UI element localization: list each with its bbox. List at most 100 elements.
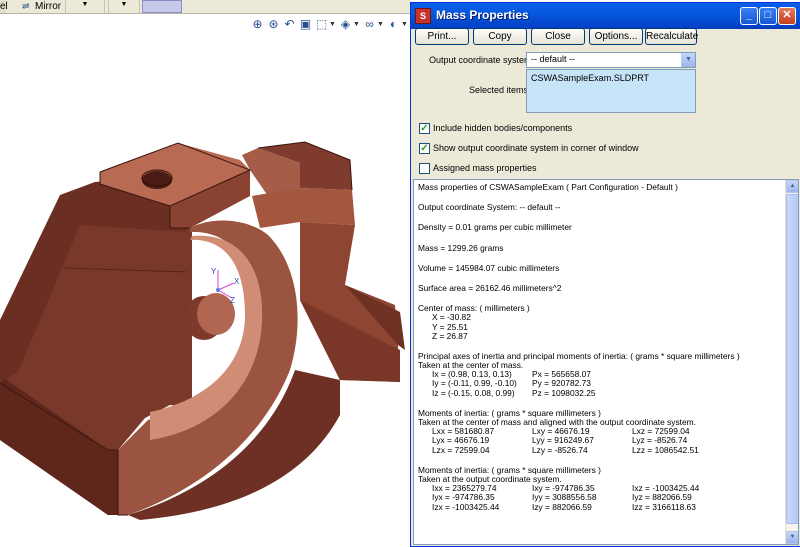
chevron-down-icon[interactable]: ▼ (377, 17, 384, 32)
zoom-to-fit-icon[interactable]: ⊕ (250, 17, 265, 32)
copy-button[interactable]: Copy (473, 28, 527, 45)
display-style-icon[interactable]: ◈ (338, 17, 353, 32)
moi-out-taken: Taken at the output coordinate system. (418, 473, 562, 484)
feature-toolbar: el ⇌ Mirror ▼ ▼ (0, 0, 410, 14)
toolbar-dropdown-1[interactable]: ▼ (65, 0, 105, 13)
surface-area-line: Surface area = 26162.46 millimeters^2 (418, 282, 562, 293)
solidworks-app-icon: S (415, 8, 431, 24)
toolbar-dropdown-2[interactable]: ▼ (108, 0, 140, 13)
triad-z-label: Z (230, 296, 235, 305)
moi-value: Lyx = 46676.19 (432, 436, 490, 446)
close-button[interactable]: Close (531, 28, 585, 45)
moi-value: Ixz = -1003425.44 (632, 484, 700, 494)
moi-value: Ixy = -974786.35 (532, 484, 595, 494)
options-button[interactable]: Options... (589, 28, 643, 45)
mass-properties-dialog: S Mass Properties _ □ ✕ Print... Copy Cl… (410, 2, 800, 547)
maximize-button[interactable]: □ (759, 7, 777, 25)
moi-value: Lzz = 1086542.51 (632, 445, 699, 455)
appearance-icon[interactable]: ◐ (386, 17, 401, 32)
com-y-line: Y = 25.51 (432, 321, 468, 332)
principal-row: Ix = (0.98, 0.13, 0.13) Px = 565658.07 (418, 370, 786, 379)
dialog-titlebar[interactable]: S Mass Properties _ □ ✕ (411, 3, 800, 29)
moi-value: Lxx = 581680.87 (432, 427, 495, 437)
toolbar-left-label[interactable]: el (0, 0, 8, 13)
list-item[interactable]: CSWASampleExam.SLDPRT (531, 73, 649, 83)
moi-value: Lxy = 46676.19 (532, 427, 590, 437)
close-icon: ✕ (782, 9, 792, 21)
scroll-down-icon[interactable]: ▼ (786, 531, 798, 544)
moi-out-row: Iyx = -974786.35 Iyy = 3088556.58 Iyz = 88… (418, 493, 786, 502)
principal-row: Iy = (-0.11, 0.99, -0.10) Py = 920782.73 (418, 379, 786, 388)
moi-com-row: Lyx = 46676.19 Lyy = 916249.67 Lyz = -8526… (418, 436, 786, 445)
principal-axis-iy: Iy = (-0.11, 0.99, -0.10) (432, 379, 517, 389)
toolbar-tab-active[interactable] (142, 0, 182, 13)
moi-value: Iyx = -974786.35 (432, 493, 495, 503)
results-header: Mass properties of CSWASampleExam ( Part… (418, 182, 678, 192)
results-text: Mass properties of CSWASampleExam ( Part… (418, 182, 786, 512)
mirror-icon[interactable]: ⇌ (22, 0, 34, 13)
results-scrollbar[interactable]: ▲ ▼ (785, 180, 798, 544)
principal-axes-taken: Taken at the center of mass. (418, 360, 524, 371)
coord-system-value: -- default -- (531, 54, 576, 64)
moi-value: Iyz = 882066.59 (632, 493, 692, 503)
selected-items-list[interactable]: CSWASampleExam.SLDPRT (526, 69, 696, 113)
moi-value: Lyy = 916249.67 (532, 436, 594, 446)
com-z-line: Z = 26.87 (432, 330, 468, 341)
principal-axis-iz: Iz = (-0.15, 0.08, 0.99) (432, 388, 515, 398)
previous-view-icon[interactable]: ↶ (282, 17, 297, 32)
coord-system-label: Output coordinate system: (429, 55, 535, 65)
right-top-face (252, 188, 355, 228)
principal-moment-py: Py = 920782.73 (532, 379, 591, 389)
moi-value: Izy = 882066.59 (532, 502, 592, 512)
include-hidden-label: Include hidden bodies/components (433, 123, 573, 133)
moi-value: Iyy = 3088556.58 (532, 493, 597, 503)
moi-value: Lxz = 72599.04 (632, 427, 690, 437)
chevron-down-icon[interactable]: ▼ (329, 17, 336, 32)
moi-value: Izx = -1003425.44 (432, 502, 500, 512)
selected-items-label: Selected items: (469, 85, 531, 95)
moi-com-taken: Taken at the center of mass and aligned … (418, 417, 696, 427)
scrollbar-thumb[interactable] (786, 194, 798, 524)
moi-value: Ixx = 2365279.74 (432, 484, 497, 494)
volume-line: Volume = 145984.07 cubic millimeters (418, 262, 560, 273)
mirror-button[interactable]: Mirror (35, 0, 61, 13)
maximize-icon: □ (764, 9, 772, 21)
view-orientation-icon[interactable]: ⬚ (314, 17, 329, 32)
scroll-up-icon[interactable]: ▲ (786, 180, 798, 193)
graphics-area[interactable]: Y X Z el ⇌ Mirror ▼ ▼ ⊕ ⊛ ↶ ▣ ⬚ ▼ ◈ ▼ ∞ … (0, 0, 410, 547)
triad-x-label: X (234, 277, 240, 286)
chevron-down-icon[interactable]: ▼ (401, 17, 408, 32)
minimize-icon: _ (745, 9, 753, 21)
center-of-mass-title: Center of mass: ( millimeters ) (418, 303, 530, 314)
moi-com-row: Lzx = 72599.04 Lzy = -8526.74 Lzz = 108654… (418, 446, 786, 455)
hide-show-icon[interactable]: ∞ (362, 17, 377, 32)
include-hidden-checkbox[interactable]: ✓ (419, 123, 430, 134)
moi-value: Lyz = -8526.74 (632, 436, 688, 446)
chevron-down-icon[interactable]: ▼ (681, 53, 695, 67)
moi-out-row: Ixx = 2365279.74 Ixy = -974786.35 Ixz = -1… (418, 484, 786, 493)
principal-moment-pz: Pz = 1098032.25 (532, 388, 596, 398)
assigned-mass-checkbox[interactable] (419, 163, 430, 174)
print-button[interactable]: Print... (415, 28, 469, 45)
show-output-cs-checkbox[interactable]: ✓ (419, 143, 430, 154)
show-output-cs-label: Show output coordinate system in corner … (433, 143, 639, 153)
density-line: Density = 0.01 grams per cubic millimete… (418, 222, 572, 233)
section-view-icon[interactable]: ▣ (298, 17, 313, 32)
principal-moment-px: Px = 565658.07 (532, 370, 591, 380)
recalculate-button[interactable]: Recalculate (645, 28, 698, 45)
moi-value: Izz = 3166118.63 (632, 502, 696, 512)
zoom-area-icon[interactable]: ⊛ (266, 17, 281, 32)
part-model: Y X Z (0, 141, 405, 520)
principal-row: Iz = (-0.15, 0.08, 0.99) Pz = 1098032.25 (418, 389, 786, 398)
close-window-button[interactable]: ✕ (778, 7, 796, 25)
chevron-down-icon[interactable]: ▼ (353, 17, 360, 32)
coord-system-select[interactable]: -- default -- ▼ (526, 52, 696, 68)
chevron-down-icon: ▼ (81, 1, 89, 8)
moi-out-row: Izx = -1003425.44 Izy = 882066.59 Izz = 31… (418, 503, 786, 512)
dialog-title: Mass Properties (436, 8, 529, 22)
assigned-mass-label: Assigned mass properties (433, 163, 537, 173)
com-x-line: X = -30.82 (432, 312, 471, 323)
minimize-button[interactable]: _ (740, 7, 758, 25)
results-textbox[interactable]: Mass properties of CSWASampleExam ( Part… (413, 179, 799, 545)
output-cs-line: Output coordinate System: -- default -- (418, 202, 561, 213)
